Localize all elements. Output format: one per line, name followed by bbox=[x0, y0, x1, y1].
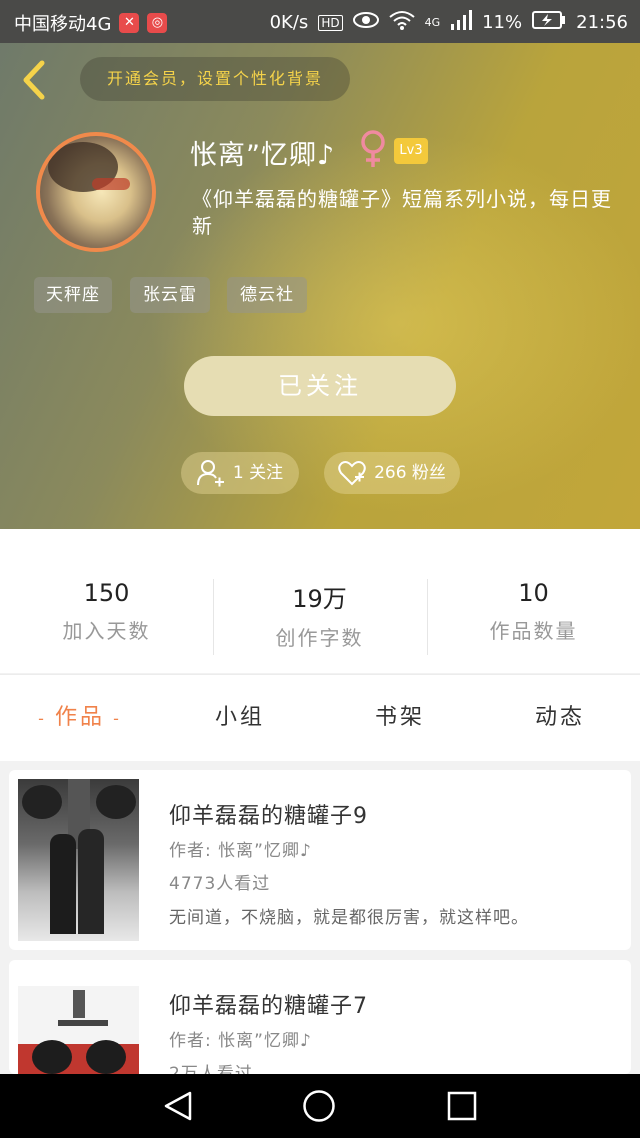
back-triangle-icon[interactable] bbox=[162, 1090, 194, 1122]
stat-label: 作品数量 bbox=[489, 619, 578, 643]
profile-bio: 《仰羊磊磊的糖罐子》短篇系列小说，每日更新 bbox=[192, 187, 612, 238]
work-cover-image[interactable] bbox=[18, 986, 139, 1074]
notification-icon: ✕ bbox=[119, 13, 140, 33]
avatar[interactable] bbox=[36, 132, 156, 252]
stat-join-days: 150 加入天数 bbox=[0, 579, 213, 644]
back-button[interactable] bbox=[16, 57, 56, 103]
following-count-button[interactable]: 1 关注 bbox=[181, 452, 299, 494]
clock: 21:56 bbox=[576, 12, 628, 33]
work-card[interactable]: 仰羊磊磊的糖罐子9 作者: 怅离”忆卿♪ 4773人看过 无间道，不烧脑，就是都… bbox=[9, 770, 631, 950]
tag-item[interactable]: 张云雷 bbox=[130, 277, 210, 313]
hd-icon: HD bbox=[318, 14, 343, 31]
battery-icon bbox=[532, 11, 566, 34]
signal-icon bbox=[450, 10, 473, 35]
tab-bookshelf[interactable]: 书架 bbox=[350, 675, 450, 761]
network-type: 4G bbox=[424, 16, 441, 29]
stat-value: 19万 bbox=[292, 585, 347, 613]
tag-item[interactable]: 德云社 bbox=[227, 277, 307, 313]
stat-word-count: 19万 创作字数 bbox=[213, 579, 426, 651]
profile-header: 开通会员，设置个性化背景 怅离”忆卿♪ Lv3 《仰羊磊磊的糖罐子》短篇系列小说… bbox=[0, 43, 640, 529]
back-arrow-icon bbox=[23, 60, 45, 100]
eye-icon bbox=[352, 11, 379, 34]
female-icon bbox=[358, 129, 388, 173]
carrier-label: 中国移动4G bbox=[14, 14, 112, 35]
stats-panel: 150 加入天数 19万 创作字数 10 作品数量 bbox=[0, 529, 640, 673]
tab-groups[interactable]: 小组 bbox=[190, 675, 290, 761]
stat-works-count: 10 作品数量 bbox=[427, 579, 640, 644]
system-nav-bar bbox=[0, 1074, 640, 1138]
stat-label: 加入天数 bbox=[62, 619, 151, 643]
add-user-icon bbox=[196, 460, 224, 487]
network-speed: 0K/s bbox=[269, 12, 309, 33]
level-badge: Lv3 bbox=[394, 138, 428, 164]
stat-value: 150 bbox=[83, 579, 130, 607]
wifi-icon bbox=[388, 10, 415, 35]
status-bar: 中国移动4G ✕ ◎ 0K/s HD 4G 11% 21:56 bbox=[0, 0, 640, 43]
stat-label: 创作字数 bbox=[275, 626, 364, 650]
stat-value: 10 bbox=[518, 579, 549, 607]
tag-item[interactable]: 天秤座 bbox=[34, 277, 112, 313]
profile-tabs: - 作品 - 小组 书架 动态 bbox=[0, 674, 640, 761]
fans-count-button[interactable]: 266 粉丝 bbox=[324, 452, 460, 494]
work-title: 仰羊磊磊的糖罐子7 bbox=[169, 994, 368, 1019]
followed-button[interactable]: 已关注 bbox=[184, 356, 456, 416]
following-label: 1 关注 bbox=[232, 463, 284, 483]
home-circle-icon[interactable] bbox=[302, 1089, 336, 1123]
app-notification-icon: ◎ bbox=[147, 13, 168, 33]
work-title: 仰羊磊磊的糖罐子9 bbox=[169, 804, 368, 829]
heart-icon bbox=[338, 461, 366, 486]
work-cover-image[interactable] bbox=[18, 779, 139, 941]
vip-background-banner[interactable]: 开通会员，设置个性化背景 bbox=[80, 57, 350, 101]
fans-label: 266 粉丝 bbox=[374, 463, 446, 483]
username: 怅离”忆卿♪ bbox=[190, 140, 336, 171]
work-views: 4773人看过 bbox=[169, 874, 271, 894]
tab-works[interactable]: - 作品 - bbox=[20, 675, 140, 761]
work-description: 无间道，不烧脑，就是都很厉害，就这样吧。 bbox=[169, 908, 529, 928]
tab-activity[interactable]: 动态 bbox=[510, 675, 610, 761]
work-views: 2万人看过 bbox=[169, 1064, 253, 1074]
tab-label: 作品 bbox=[54, 705, 105, 730]
work-card[interactable]: 仰羊磊磊的糖罐子7 作者: 怅离”忆卿♪ 2万人看过 bbox=[9, 960, 631, 1074]
work-author: 作者: 怅离”忆卿♪ bbox=[169, 1031, 312, 1051]
recents-square-icon[interactable] bbox=[446, 1090, 478, 1122]
work-author: 作者: 怅离”忆卿♪ bbox=[169, 841, 312, 861]
battery-percent: 11% bbox=[482, 12, 523, 33]
